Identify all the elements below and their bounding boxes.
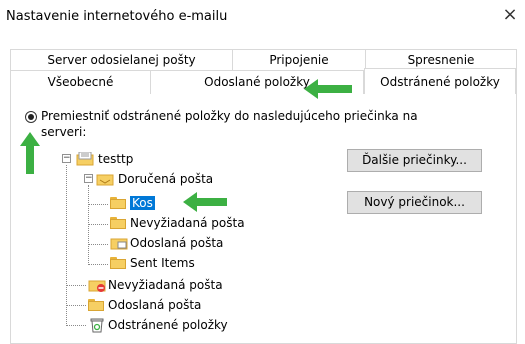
close-button[interactable]: × [497, 2, 523, 28]
green-arrow-icon [183, 192, 227, 212]
recycle-bin-icon [90, 318, 104, 332]
tree-node-inbox-sent[interactable]: Odoslaná pošta [110, 234, 223, 252]
tree-label: Sent Items [130, 256, 195, 270]
junk-folder-icon [88, 280, 106, 292]
tree-line [88, 224, 108, 225]
tree-label: Odoslaná pošta [130, 236, 224, 250]
tab-general[interactable]: Všeobecné [11, 71, 151, 94]
tree-line [66, 305, 86, 306]
mailbox-icon [76, 152, 94, 166]
tree-label: testtp [98, 152, 134, 166]
collapse-root-toggle[interactable]: − [62, 154, 71, 163]
folder-icon [88, 299, 104, 311]
tree-label: Doručená pošta [118, 172, 214, 186]
tree-node-junk[interactable]: Nevyžiadaná pošta [88, 276, 223, 294]
tree-label-selected: Kos [130, 196, 155, 210]
tree-label: Odoslaná pošta [108, 298, 202, 312]
tree-node-sent[interactable]: Odoslaná pošta [88, 296, 201, 314]
tree-node-root[interactable]: testtp [76, 150, 133, 168]
inbox-folder-icon [96, 174, 114, 186]
tab-deleted-items[interactable]: Odstránené položky [364, 68, 516, 95]
tab-connection[interactable]: Pripojenie [233, 50, 366, 71]
green-arrow-icon [304, 79, 352, 99]
move-deleted-label: Premiestniť odstránené položky do nasled… [41, 109, 418, 139]
tree-node-inbox[interactable]: Doručená pošta [96, 170, 213, 188]
tree-line [66, 285, 86, 286]
tree-node-inbox-junk[interactable]: Nevyžiadaná pošta [110, 214, 245, 232]
tree-line [88, 244, 108, 245]
dialog-title: Nastavenie internetového e-mailu [6, 9, 228, 24]
tree-node-sent-items[interactable]: Sent Items [110, 254, 195, 272]
folder-icon [110, 197, 126, 209]
tree-line [66, 165, 67, 326]
new-folder-button[interactable]: Nový priečinok... [347, 191, 482, 214]
tree-label: Nevyžiadaná pošta [108, 278, 223, 292]
tree-label: Odstránené položky [108, 318, 228, 332]
tab-outgoing-server[interactable]: Server odosielanej pošty [11, 50, 233, 71]
more-folders-button[interactable]: Ďalšie priečinky... [347, 149, 482, 172]
folder-icon [110, 217, 126, 229]
tree-line [88, 204, 108, 205]
tab-row-bottom: Všeobecné Odoslané položky Odstránené po… [10, 68, 517, 96]
tree-line [66, 325, 86, 326]
sent-folder-icon [110, 238, 128, 250]
green-arrow-icon [20, 132, 40, 174]
folder-icon [110, 257, 126, 269]
tree-line [88, 264, 108, 265]
tree-label: Nevyžiadaná pošta [130, 216, 245, 230]
tree-node-kos[interactable]: Kos [110, 194, 155, 212]
tree-node-deleted-items[interactable]: Odstránené položky [88, 316, 228, 334]
move-deleted-radio[interactable] [25, 111, 37, 123]
collapse-inbox-toggle[interactable]: − [84, 174, 93, 183]
